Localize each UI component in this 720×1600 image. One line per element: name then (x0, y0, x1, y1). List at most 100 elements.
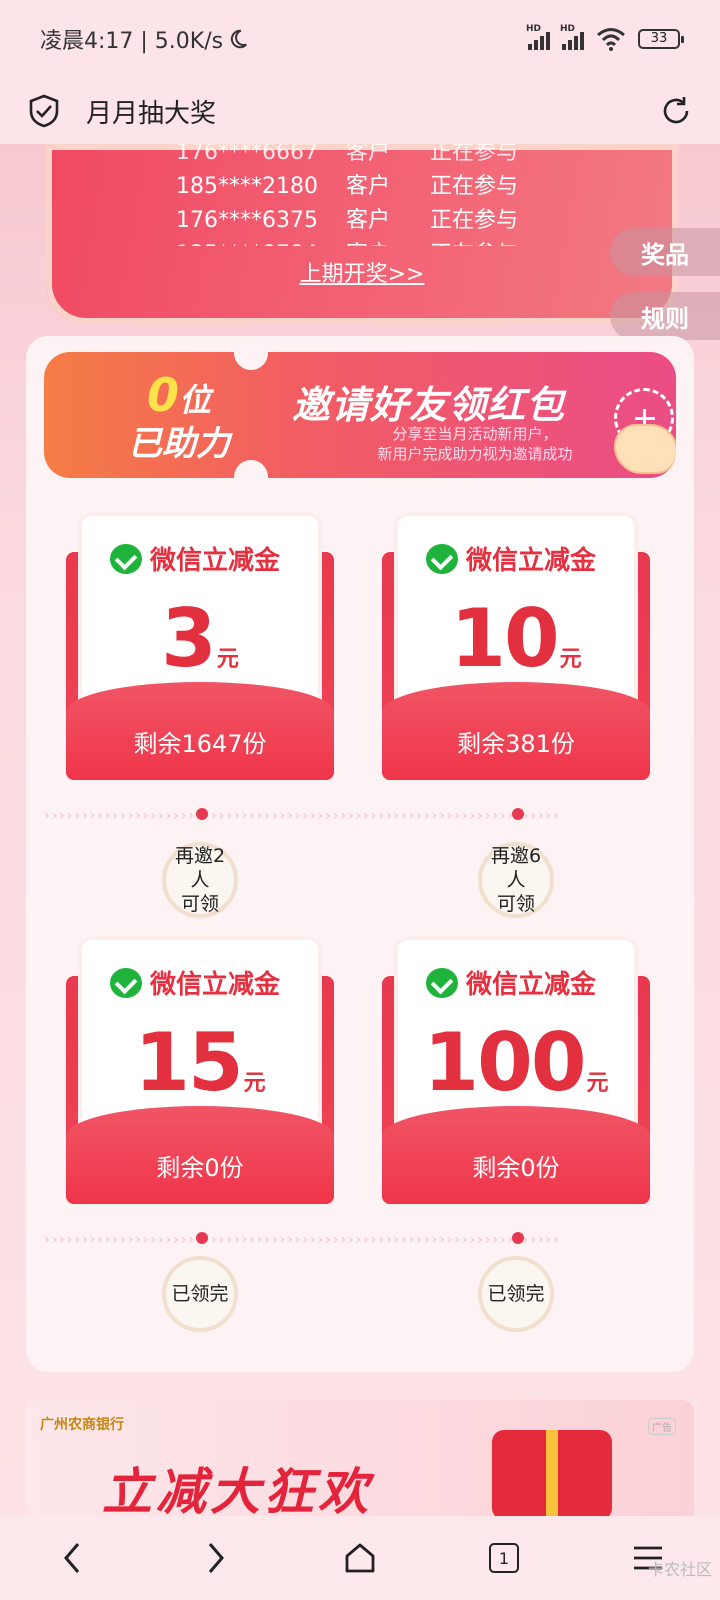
winner-phone: 135****8784 (176, 238, 346, 246)
reward-remaining: 剩余1647份 (133, 730, 267, 758)
gift-box-icon (492, 1430, 612, 1516)
reward-amount-unit: 元 (216, 647, 239, 672)
wechat-icon (110, 967, 142, 998)
helper-count-number: 0 (146, 368, 179, 422)
milestone-label: 已领完 (487, 1283, 545, 1305)
winner-role: 客户 (346, 144, 391, 165)
chevron-left-icon (64, 1543, 80, 1573)
reward-card[interactable]: 微信立减金 15元 剩余0份 (66, 936, 334, 1204)
tabs-button[interactable]: 1 (474, 1528, 534, 1588)
forward-button[interactable] (186, 1528, 246, 1588)
signal-icon: HD (560, 24, 584, 50)
ad-banner[interactable]: 广州农商银行 广告 立减大狂欢 (26, 1400, 694, 1516)
home-icon (345, 1543, 375, 1573)
tab-count: 1 (498, 1548, 510, 1568)
battery-level: 33 (650, 31, 668, 46)
status-bar: 凌晨4:17 | 5.0K/s HD HD 33 (0, 0, 720, 78)
ad-slogan: 立减大狂欢 (102, 1463, 372, 1516)
winner-row: 176****6667 客户 正在参与 (176, 144, 556, 170)
winner-role: 客户 (346, 238, 430, 246)
helper-count: 0位 已助力 (114, 368, 244, 465)
reward-card[interactable]: 微信立减金 100元 剩余0份 (382, 936, 650, 1204)
wechat-icon (110, 543, 142, 574)
back-button[interactable] (42, 1528, 102, 1588)
wechat-icon (426, 543, 458, 574)
chevron-right-icon (208, 1543, 224, 1573)
winner-phone: 176****6667 (176, 144, 318, 165)
reward-brand-label: 微信立减金 (150, 546, 281, 576)
invite-subtext-line: 分享至当月活动新用户， (392, 425, 558, 443)
invite-headline: 邀请好友领红包 (292, 383, 566, 427)
status-time: 凌晨4:17 | 5.0K/s (40, 23, 249, 55)
status-icons: HD HD 33 (526, 24, 684, 51)
winner-status: 正在参与 (430, 238, 550, 246)
winner-role: 客户 (346, 208, 391, 233)
winner-row: 185****2180 客户 正在参与 (176, 170, 556, 204)
reward-amount: 3元 (66, 592, 334, 685)
refresh-icon[interactable] (660, 95, 692, 127)
reward-remaining: 剩余381份 (457, 730, 575, 758)
winner-phone: 176****6375 (176, 208, 318, 233)
milestone-badge[interactable]: 再邀2人 可领 (162, 842, 238, 918)
reward-brand-label: 微信立减金 (466, 546, 597, 576)
winners-list: 176****6667 客户 正在参与 185****2180 客户 正在参与 … (176, 144, 556, 246)
invite-subtext: 分享至当月活动新用户， 新用户完成助力视为邀请成功 (330, 424, 620, 464)
content-panel (26, 336, 694, 1372)
ad-tag: 广告 (648, 1418, 676, 1435)
reward-amount-value: 15 (134, 1016, 243, 1109)
invite-subtext-line: 新用户完成助力视为邀请成功 (377, 445, 573, 463)
home-button[interactable] (330, 1528, 390, 1588)
milestone-badge: 已领完 (478, 1256, 554, 1332)
title-bar: 月月抽大奖 (0, 78, 720, 144)
winners-card: 176****6667 客户 正在参与 185****2180 客户 正在参与 … (46, 144, 678, 324)
progress-dot (512, 1232, 524, 1244)
progress-dot (512, 808, 524, 820)
winner-status: 正在参与 (430, 208, 519, 233)
milestone-label: 可领 (180, 893, 219, 915)
signal-icon: HD (526, 24, 550, 50)
winner-role: 客户 (346, 174, 391, 199)
wechat-icon (426, 967, 458, 998)
reward-brand-label: 微信立减金 (150, 970, 281, 1000)
reward-amount: 100元 (382, 1016, 650, 1109)
sim-label: HD (526, 24, 542, 34)
rules-tab[interactable]: 规则 (610, 292, 720, 340)
invite-banner[interactable]: 0位 已助力 邀请好友领红包 分享至当月活动新用户， 新用户完成助力视为邀请成功 (44, 352, 676, 478)
progress-dot (196, 1232, 208, 1244)
progress-track: ››››››››››››››››››››››››››››››››››››››››… (44, 1234, 561, 1246)
winner-status: 正在参与 (430, 144, 519, 165)
reward-card[interactable]: 微信立减金 3元 剩余1647份 (66, 512, 334, 780)
bottom-nav: 1 (0, 1516, 720, 1600)
reward-brand: 微信立减金 (426, 964, 596, 1001)
progress-track: ››››››››››››››››››››››››››››››››››››››››… (44, 810, 561, 822)
previous-draw-link[interactable]: 上期开奖>> (46, 256, 678, 288)
shield-check-icon (29, 94, 59, 128)
winner-phone: 185****2180 (176, 174, 318, 199)
reward-brand-label: 微信立减金 (466, 970, 597, 1000)
helper-count-unit: 位 (179, 381, 212, 419)
reward-amount-value: 100 (423, 1016, 586, 1109)
winner-status: 正在参与 (430, 174, 519, 199)
ad-bank-name: 广州农商银行 (40, 1417, 124, 1433)
reward-amount: 10元 (382, 592, 650, 685)
pointing-hand-icon (614, 424, 676, 474)
reward-brand: 微信立减金 (110, 964, 280, 1001)
reward-amount-unit: 元 (586, 1071, 609, 1096)
reward-card[interactable]: 微信立减金 10元 剩余381份 (382, 512, 650, 780)
sim-label: HD (560, 24, 576, 34)
progress-dot (196, 808, 208, 820)
winner-row: 135****8784 客户 正在参与 (176, 238, 556, 246)
battery-icon: 33 (638, 29, 684, 49)
milestone-badge[interactable]: 再邀6人 可领 (478, 842, 554, 918)
reward-amount-unit: 元 (559, 647, 582, 672)
milestone-badge: 已领完 (162, 1256, 238, 1332)
page-title: 月月抽大奖 (86, 98, 217, 129)
reward-amount-value: 3 (161, 592, 217, 685)
helper-count-label: 已助力 (128, 424, 230, 464)
milestone-label: 已领完 (171, 1283, 229, 1305)
milestone-label: 再邀6人 (490, 845, 542, 891)
milestone-label: 再邀2人 (174, 845, 226, 891)
milestone-label: 可领 (496, 893, 535, 915)
reward-amount-value: 10 (450, 592, 559, 685)
prizes-tab[interactable]: 奖品 (610, 228, 720, 276)
